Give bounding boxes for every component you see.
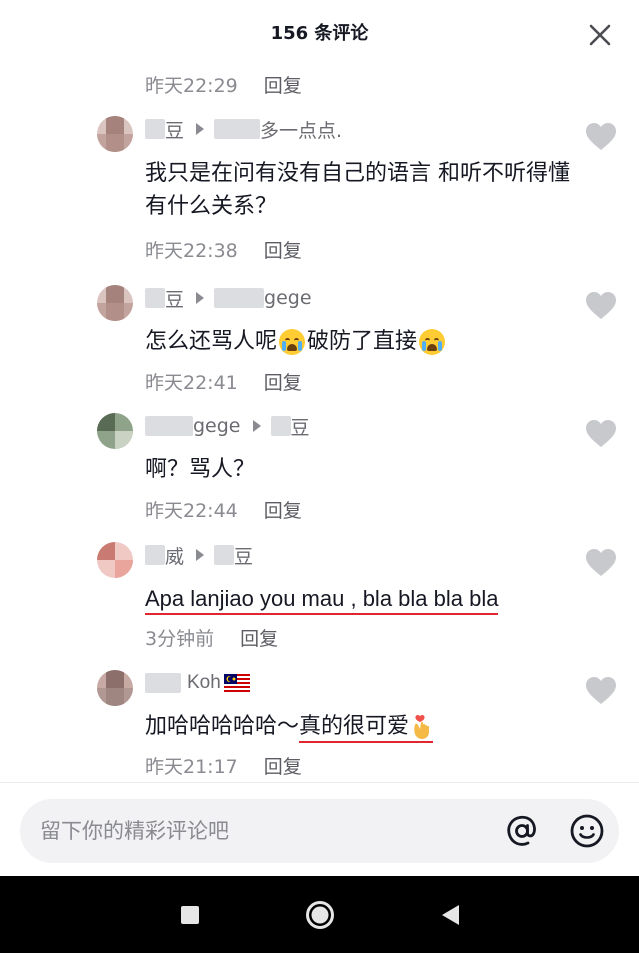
comment-usernames: 威 豆 [145,542,253,568]
comment-usernames: 豆 gege [145,285,312,311]
comment-meta: 3分钟前 回复 [145,624,278,651]
reply-target-name[interactable]: 豆 [234,542,253,569]
reply-target-name[interactable]: gege [264,287,312,309]
smiley-icon [570,814,604,848]
commenter-name[interactable]: Koh [187,672,221,694]
blurred-username [145,416,193,436]
blurred-username [145,673,181,693]
blurred-username [145,288,165,308]
comment-time: 昨天22:44 [145,500,238,522]
blurred-username [214,545,235,565]
comment-input[interactable] [40,799,480,863]
comment-list[interactable]: 昨天22:29 回复 豆 多一点点. 我只是在问有没有自己的语言 和听不听得懂有什… [0,64,639,782]
heart-icon [586,677,616,704]
reply-arrow-icon [196,123,205,135]
emoji-button[interactable] [569,813,605,849]
heart-icon [586,123,616,150]
heart-icon [586,420,616,447]
reply-arrow-icon [252,420,261,432]
comment-time: 昨天22:38 [145,240,238,262]
comment-time: 3分钟前 [145,628,215,650]
like-button[interactable] [585,548,617,578]
comment-meta: 昨天22:41 回复 [145,368,302,395]
commenter-name[interactable]: 威 [165,542,184,569]
blurred-username [145,545,165,565]
comment-text: 我只是在问有没有自己的语言 和听不听得懂有什么关系？ [145,161,570,219]
reply-target-name[interactable]: 豆 [291,413,310,440]
reply-target-name[interactable]: 多一点点. [260,116,342,143]
system-navigation-bar [0,876,639,953]
like-button[interactable] [585,419,617,449]
comment-meta: 昨天22:29 回复 [145,71,302,98]
heart-icon [586,549,616,576]
finger-heart-hand-icon [414,714,430,739]
blurred-username [214,288,265,308]
comments-header: 156 条评论 [0,0,639,64]
commenter-name[interactable]: 豆 [165,285,184,312]
reply-button[interactable]: 回复 [264,240,302,262]
comment-text: 啊？骂人？ [145,457,256,482]
reply-button[interactable]: 回复 [264,372,302,394]
heart-icon [586,292,616,319]
comment-count-title: 156 条评论 [270,23,369,44]
triangle-back-icon [442,905,459,925]
comment-meta: 昨天22:38 回复 [145,236,302,263]
avatar[interactable] [97,542,133,578]
avatar[interactable] [97,285,133,321]
loudly-crying-face-icon [279,329,306,355]
home-button[interactable] [304,899,336,931]
reply-button[interactable]: 回复 [264,500,302,522]
comment-text-underlined: 真的很可爱 [299,714,434,743]
like-button[interactable] [585,291,617,321]
at-sign-icon [507,815,536,846]
comment-input-wrapper[interactable] [20,799,619,863]
blurred-username [214,119,261,139]
comment-time: 昨天22:29 [145,75,238,97]
like-button[interactable] [585,122,617,152]
comment-text-underlined: Apa lanjiao you mau , bla bla bla bla [145,586,499,615]
comment-text-part: 怎么还骂人呢 [145,329,278,354]
comment-text: Apa lanjiao you mau , bla bla bla bla [145,582,575,615]
comment-usernames: 豆 多一点点. [145,116,342,142]
blurred-username [145,119,165,139]
reply-button[interactable]: 回复 [264,75,302,97]
reply-button[interactable]: 回复 [264,756,302,778]
malaysia-flag-icon [223,674,250,692]
comment-usernames: gege 豆 [145,413,310,439]
recent-apps-button[interactable] [176,901,204,929]
comment-text-part: 破防了直接 [307,329,418,354]
comment-meta: 昨天22:44 回复 [145,496,302,523]
reply-arrow-icon [196,292,205,304]
back-button[interactable] [437,901,465,929]
commenter-name[interactable]: gege [193,415,241,437]
mention-button[interactable] [504,813,540,849]
comment-time: 昨天22:41 [145,372,238,394]
reply-arrow-icon [196,549,205,561]
avatar[interactable] [97,116,133,152]
comment-input-bar [0,782,639,876]
comment-text-part: 加哈哈哈哈哈～ [145,714,300,739]
comment-text: 怎么还骂人呢 破防了直接 [145,325,575,358]
avatar[interactable] [97,670,133,706]
commenter-name[interactable]: 豆 [165,116,184,143]
comment-text-part: 真的很可爱 [299,714,410,739]
close-button[interactable] [587,22,613,48]
close-icon [589,24,611,46]
square-icon [181,906,199,924]
blurred-username [270,416,291,436]
comment-usernames: Koh [145,670,250,696]
circle-icon [306,901,334,929]
comment-meta: 昨天21:17 回复 [145,752,302,779]
comment-text: 加哈哈哈哈哈～真的很可爱 [145,710,575,743]
reply-button[interactable]: 回复 [240,628,278,650]
like-button[interactable] [585,676,617,706]
loudly-crying-face-icon [419,329,446,355]
avatar[interactable] [97,413,133,449]
comment-time: 昨天21:17 [145,756,238,778]
